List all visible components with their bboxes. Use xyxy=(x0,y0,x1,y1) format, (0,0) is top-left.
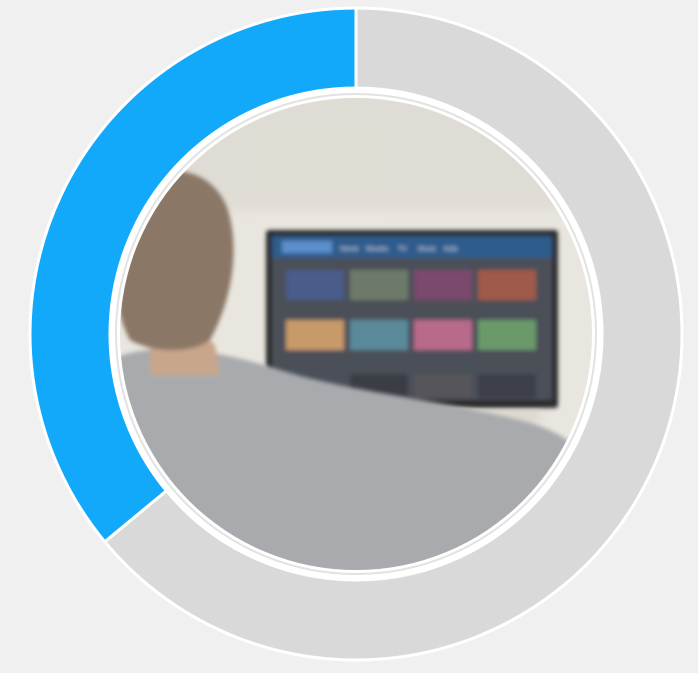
tv-thumbnail xyxy=(414,270,472,300)
tv-thumbnail xyxy=(478,374,536,398)
tv-thumbnail xyxy=(478,320,536,350)
tv-menu-item: Music xyxy=(418,246,437,253)
tv-menu-item: Kids xyxy=(444,246,458,253)
chart-stage: Home Movies TV Music Kids xyxy=(0,0,698,673)
tv-menu-item: Movies xyxy=(366,246,389,253)
donut-chart: Home Movies TV Music Kids xyxy=(28,6,684,662)
tv-thumbnail xyxy=(350,270,408,300)
tv-menu-item: Home xyxy=(340,246,359,253)
tv-thumbnail xyxy=(478,270,536,300)
tv-thumbnail xyxy=(286,270,344,300)
tv-thumbnail xyxy=(414,374,472,398)
tv-thumbnail xyxy=(350,320,408,350)
tv-thumbnail xyxy=(286,320,344,350)
tv-menu-item: TV xyxy=(398,246,407,253)
tv-thumbnail xyxy=(414,320,472,350)
tv-logo xyxy=(282,241,332,253)
